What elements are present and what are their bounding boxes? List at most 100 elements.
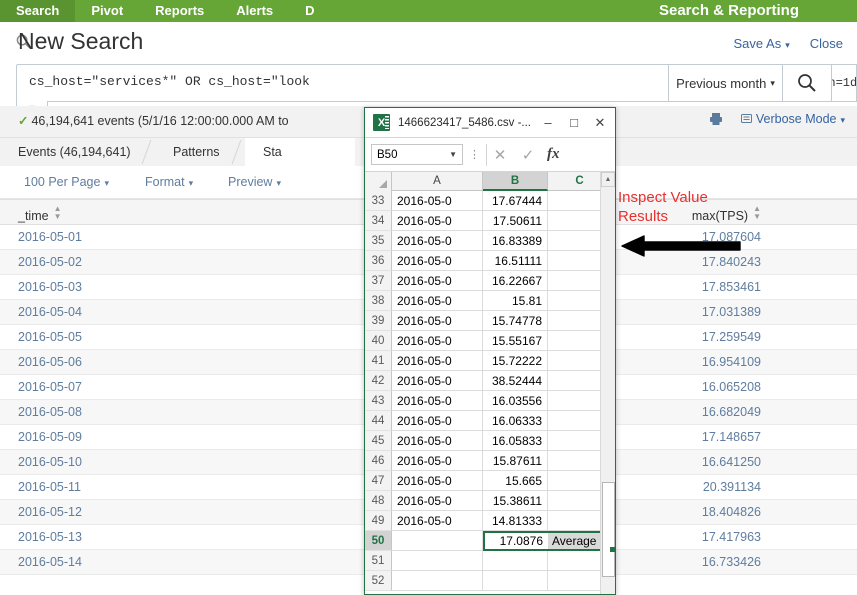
excel-cell-b[interactable]: 16.06333 xyxy=(483,411,548,431)
excel-row[interactable]: 492016-05-014.81333 xyxy=(365,511,615,531)
excel-cell-b[interactable]: 15.665 xyxy=(483,471,548,491)
excel-row-header[interactable]: 37 xyxy=(365,271,392,291)
excel-cell-a[interactable]: 2016-05-0 xyxy=(392,311,483,331)
excel-cell-a[interactable]: 2016-05-0 xyxy=(392,391,483,411)
excel-row[interactable]: 452016-05-016.05833 xyxy=(365,431,615,451)
cell-maxtps[interactable]: 17.148657 xyxy=(702,430,761,444)
column-header-time[interactable]: _time▲▼ xyxy=(18,205,62,223)
nav-item-reports[interactable]: Reports xyxy=(139,0,220,22)
excel-row[interactable]: 442016-05-016.06333 xyxy=(365,411,615,431)
scroll-up-icon[interactable]: ▲ xyxy=(601,172,615,187)
excel-row[interactable]: 382016-05-015.81 xyxy=(365,291,615,311)
excel-cell-b[interactable]: 14.81333 xyxy=(483,511,548,531)
excel-row[interactable]: 422016-05-038.52444 xyxy=(365,371,615,391)
excel-row-header[interactable]: 52 xyxy=(365,571,392,591)
excel-row-header[interactable]: 39 xyxy=(365,311,392,331)
excel-cell-a[interactable]: 2016-05-0 xyxy=(392,351,483,371)
close-link[interactable]: Close xyxy=(810,36,843,51)
cell-time[interactable]: 2016-05-14 xyxy=(18,555,82,569)
cell-maxtps[interactable]: 16.954109 xyxy=(702,355,761,369)
excel-cell-a[interactable] xyxy=(392,571,483,591)
excel-row-header[interactable]: 48 xyxy=(365,491,392,511)
excel-cell-a[interactable]: 2016-05-0 xyxy=(392,491,483,511)
excel-cell-a[interactable]: 2016-05-0 xyxy=(392,411,483,431)
excel-row-header[interactable]: 47 xyxy=(365,471,392,491)
excel-cell-b[interactable]: 16.03556 xyxy=(483,391,548,411)
enter-icon[interactable]: ✓ xyxy=(519,146,537,164)
cell-time[interactable]: 2016-05-02 xyxy=(18,255,82,269)
excel-cell-a[interactable]: 2016-05-0 xyxy=(392,451,483,471)
excel-cell-b[interactable]: 15.74778 xyxy=(483,311,548,331)
excel-cell-a[interactable]: 2016-05-0 xyxy=(392,471,483,491)
excel-row-header[interactable]: 41 xyxy=(365,351,392,371)
cell-time[interactable]: 2016-05-12 xyxy=(18,505,82,519)
nav-item-pivot[interactable]: Pivot xyxy=(75,0,139,22)
excel-row-header[interactable]: 42 xyxy=(365,371,392,391)
excel-cell-b[interactable]: 15.72222 xyxy=(483,351,548,371)
nav-item-search[interactable]: Search xyxy=(0,0,75,22)
excel-cell-b[interactable]: 16.05833 xyxy=(483,431,548,451)
excel-row-header[interactable]: 38 xyxy=(365,291,392,311)
excel-row[interactable]: 392016-05-015.74778 xyxy=(365,311,615,331)
maximize-icon[interactable]: □ xyxy=(561,110,587,136)
excel-cell-b[interactable] xyxy=(483,571,548,591)
tab-events[interactable]: Events (46,194,641) xyxy=(0,138,149,166)
excel-row[interactable]: 412016-05-015.72222 xyxy=(365,351,615,371)
excel-cell-a[interactable]: 2016-05-0 xyxy=(392,251,483,271)
nav-item-dashboards[interactable]: D xyxy=(289,0,330,22)
cell-time[interactable]: 2016-05-08 xyxy=(18,405,82,419)
excel-fill-handle[interactable] xyxy=(610,547,615,552)
excel-cell-a[interactable]: 2016-05-0 xyxy=(392,331,483,351)
excel-cell-b[interactable]: 15.81 xyxy=(483,291,548,311)
cell-time[interactable]: 2016-05-11 xyxy=(18,480,81,494)
cell-time[interactable]: 2016-05-13 xyxy=(18,530,82,544)
excel-cell-a[interactable]: 2016-05-0 xyxy=(392,371,483,391)
excel-row[interactable]: 472016-05-015.665 xyxy=(365,471,615,491)
excel-row-header[interactable]: 50 xyxy=(365,531,392,551)
excel-row[interactable]: 432016-05-016.03556 xyxy=(365,391,615,411)
excel-cell-a[interactable] xyxy=(392,551,483,571)
cell-time[interactable]: 2016-05-05 xyxy=(18,330,82,344)
excel-row-header[interactable]: 33 xyxy=(365,191,392,211)
excel-row[interactable]: 462016-05-015.87611 xyxy=(365,451,615,471)
excel-row[interactable]: 332016-05-017.67444 xyxy=(365,191,615,211)
scrollbar-thumb[interactable] xyxy=(602,482,615,577)
tab-statistics[interactable]: Sta xyxy=(245,138,355,166)
excel-cell-a[interactable] xyxy=(392,531,483,551)
search-input[interactable]: cs_host="services*" OR cs_host="look xyxy=(17,65,668,101)
excel-cell-b[interactable]: 16.83389 xyxy=(483,231,548,251)
cell-maxtps[interactable]: 17.259549 xyxy=(702,330,761,344)
excel-cell-b[interactable]: 16.51111 xyxy=(483,251,548,271)
excel-row-header[interactable]: 40 xyxy=(365,331,392,351)
column-header-b[interactable]: B xyxy=(483,172,548,191)
excel-row[interactable]: 51 xyxy=(365,551,615,571)
cell-maxtps[interactable]: 17.417963 xyxy=(702,530,761,544)
excel-cell-a[interactable]: 2016-05-0 xyxy=(392,291,483,311)
cell-time[interactable]: 2016-05-06 xyxy=(18,355,82,369)
excel-row-header[interactable]: 46 xyxy=(365,451,392,471)
cancel-icon[interactable]: ✕ xyxy=(491,146,509,164)
cell-maxtps[interactable]: 16.682049 xyxy=(702,405,761,419)
excel-row[interactable]: 342016-05-017.50611 xyxy=(365,211,615,231)
formula-bar-expand-icon[interactable]: ⋮ xyxy=(469,148,480,161)
excel-cell-b[interactable]: 38.52444 xyxy=(483,371,548,391)
excel-row-header[interactable]: 51 xyxy=(365,551,392,571)
cell-time[interactable]: 2016-05-09 xyxy=(18,430,82,444)
excel-row-header[interactable]: 43 xyxy=(365,391,392,411)
minimize-icon[interactable]: – xyxy=(535,110,561,136)
excel-row-header[interactable]: 49 xyxy=(365,511,392,531)
excel-cell-b[interactable]: 15.55167 xyxy=(483,331,548,351)
print-icon[interactable] xyxy=(709,112,723,126)
excel-cell-b[interactable]: 17.67444 xyxy=(483,191,548,211)
nav-item-alerts[interactable]: Alerts xyxy=(220,0,289,22)
cell-time[interactable]: 2016-05-01 xyxy=(18,230,82,244)
tab-patterns[interactable]: Patterns xyxy=(155,138,238,166)
format-dropdown[interactable]: Format▾ xyxy=(145,175,193,189)
close-icon[interactable]: ✕ xyxy=(587,110,613,136)
excel-row-header[interactable]: 35 xyxy=(365,231,392,251)
cell-maxtps[interactable]: 18.404826 xyxy=(702,505,761,519)
excel-cell-b[interactable]: 15.87611 xyxy=(483,451,548,471)
excel-row[interactable]: 482016-05-015.38611 xyxy=(365,491,615,511)
preview-dropdown[interactable]: Preview▾ xyxy=(228,175,281,189)
excel-cell-b[interactable] xyxy=(483,551,548,571)
